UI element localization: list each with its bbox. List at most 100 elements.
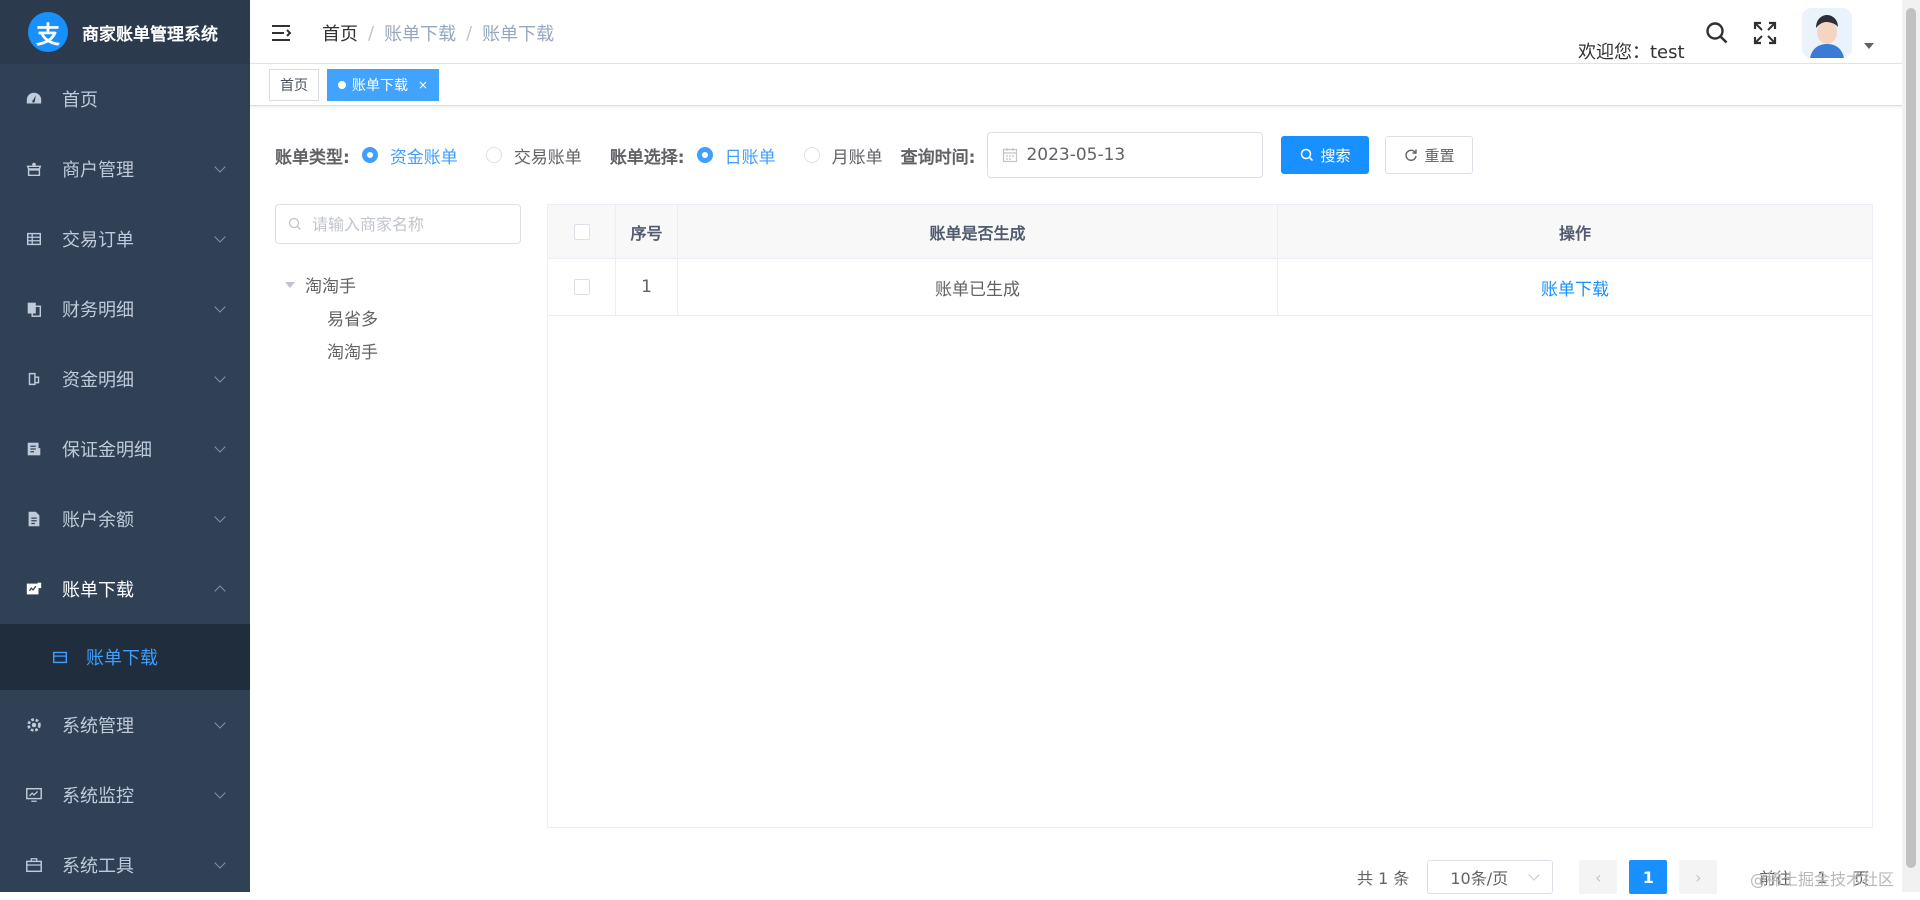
chevron-down-icon [214,787,226,799]
tags-view: 首页 账单下载 × [250,64,1920,106]
sidebar-item-label: 系统监控 [62,786,134,807]
radio-daily-bill[interactable]: 日账单 [696,143,776,168]
toolbox-icon [24,855,44,875]
radio-trade-bill[interactable]: 交易账单 [485,143,582,168]
page-scrollbar[interactable] [1902,0,1920,892]
bill-type-label: 账单类型: [275,147,350,168]
pagination-total: 共 1 条 [1357,869,1410,888]
search-icon[interactable] [1704,20,1730,46]
search-icon [1301,148,1314,162]
download-doc-icon [24,579,44,599]
sidebar-item-deposit[interactable]: 保证金明细 [0,414,250,484]
reset-button[interactable]: 重置 [1385,136,1474,174]
sidebar-subitem-bill-download[interactable]: 账单下载 [0,624,250,690]
select-all-checkbox[interactable] [573,223,590,240]
gear-icon [24,715,44,735]
active-dot-icon [338,81,346,89]
sidebar-item-label: 系统管理 [62,716,134,737]
calendar-icon [50,647,70,667]
bill-table: 序号 账单是否生成 操作 1 账单已生成 账单下载 [547,204,1873,828]
row-checkbox-cell [548,259,616,315]
hamburger-menu-icon[interactable] [270,22,292,44]
chevron-down-icon [214,161,226,173]
chevron-down-icon [214,301,226,313]
app-logo-bar[interactable]: 支 商家账单管理系统 [0,0,250,64]
caret-down-icon[interactable] [285,281,295,288]
close-icon[interactable]: × [418,78,428,92]
prev-page-button[interactable]: ‹ [1579,860,1618,894]
chevron-down-icon [214,371,226,383]
fullscreen-icon[interactable] [1752,20,1778,46]
date-value: 2023-05-13 [1026,145,1126,165]
refresh-icon [1405,149,1418,161]
sidebar-item-home[interactable]: 首页 [0,64,250,134]
sidebar-item-monitor[interactable]: 系统监控 [0,760,250,830]
breadcrumb-home[interactable]: 首页 [322,20,358,46]
avatar[interactable] [1802,8,1852,58]
page-size-select[interactable]: 10条/页 [1427,860,1554,894]
column-header-status: 账单是否生成 [678,205,1278,258]
radio-checked-icon [361,147,378,163]
radio-label: 月账单 [831,147,883,168]
sidebar-item-bill-download[interactable]: 账单下载 [0,554,250,624]
scrollbar-thumb[interactable] [1906,8,1916,868]
monitor-icon [24,785,44,805]
chevron-up-icon [214,585,226,597]
radio-unchecked-icon [803,147,820,163]
search-button[interactable]: 搜索 [1281,136,1370,174]
watermark: @稀土掘金技术社区 [1750,870,1895,889]
top-navbar: 首页 / 账单下载 / 账单下载 欢迎您：test [250,0,1920,64]
next-page-button[interactable]: › [1679,860,1718,894]
sidebar-menu: 首页 商户管理 交易订单 财务明细 资金明细 保证金明细 账户余额 账单下载 账… [0,64,250,900]
sidebar-item-finance[interactable]: 财务明细 [0,274,250,344]
page-number-button[interactable]: 1 [1629,860,1668,894]
breadcrumb: 首页 / 账单下载 / 账单下载 [322,20,554,46]
tree-node-child[interactable]: 易省多 [275,301,521,334]
row-status: 账单已生成 [678,259,1278,315]
sidebar-item-label: 账单下载 [62,580,134,601]
sidebar-item-merchant[interactable]: 商户管理 [0,134,250,204]
sidebar-item-funds[interactable]: 资金明细 [0,344,250,414]
search-icon [288,217,301,230]
tree-node-child[interactable]: 淘淘手 [275,334,521,367]
chevron-down-icon [214,857,226,869]
row-checkbox[interactable] [573,279,590,295]
download-bill-link[interactable]: 账单下载 [1541,275,1609,300]
breadcrumb-item: 账单下载 [482,24,555,45]
sidebar-item-label: 账户余额 [62,510,134,531]
filter-bar: 账单类型: 资金账单 交易账单 账单选择: 日账单 月账单 查询时间: 2023… [275,130,1474,180]
tag-home[interactable]: 首页 [269,69,319,101]
query-time-label: 查询时间: [900,147,976,168]
breadcrumb-separator: / [466,22,473,44]
merchant-search-input[interactable] [310,213,510,235]
table-icon [24,229,44,249]
radio-monthly-bill[interactable]: 月账单 [803,143,883,168]
page-size-value: 10条/页 [1450,869,1509,888]
sidebar-item-tools[interactable]: 系统工具 [0,830,250,900]
sidebar-item-orders[interactable]: 交易订单 [0,204,250,274]
column-header-index: 序号 [616,205,678,258]
file-icon [24,509,44,529]
search-button-label: 搜索 [1320,146,1351,165]
radio-unchecked-icon [485,147,502,163]
chevron-down-icon [214,511,226,523]
sidebar-item-label: 商户管理 [62,160,134,181]
sidebar-item-system[interactable]: 系统管理 [0,690,250,760]
merchant-search-field[interactable] [275,204,521,244]
breadcrumb-separator: / [368,22,375,44]
tree-node-label: 易省多 [327,310,378,330]
date-picker-input[interactable]: 2023-05-13 [987,132,1264,178]
sidebar-item-label: 系统工具 [62,856,134,877]
radio-checked-icon [696,147,713,163]
radio-fund-bill[interactable]: 资金账单 [361,143,458,168]
money-icon [24,369,44,389]
documents-icon [24,299,44,319]
tree-node-root[interactable]: 淘淘手 [275,268,521,301]
chevron-down-icon [214,717,226,729]
caret-down-icon[interactable] [1864,43,1874,49]
tree-node-label: 淘淘手 [327,343,378,363]
sidebar-item-balance[interactable]: 账户余额 [0,484,250,554]
column-header-action: 操作 [1558,223,1591,243]
tag-bill-download[interactable]: 账单下载 × [327,69,440,101]
sidebar: 支 商家账单管理系统 首页 商户管理 交易订单 财务明细 资金明细 保证金明细 … [0,0,250,892]
